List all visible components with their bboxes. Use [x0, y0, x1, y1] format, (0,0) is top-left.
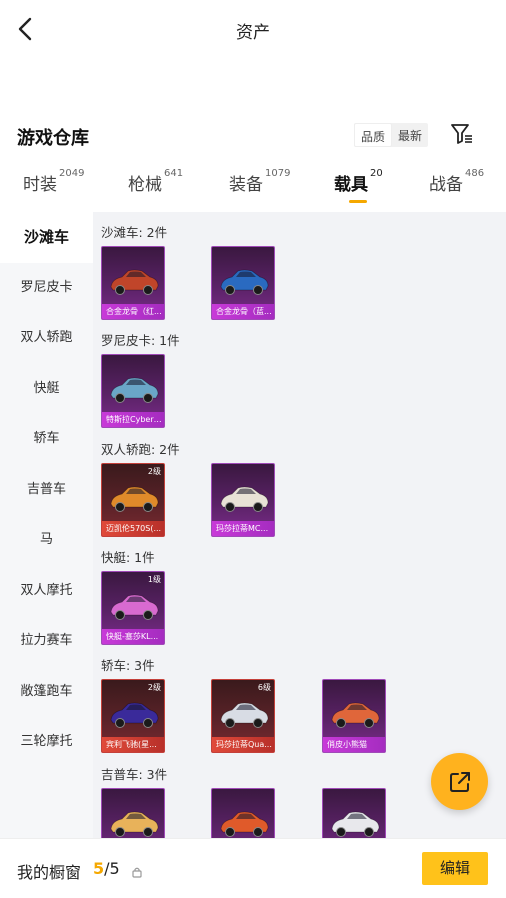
edit-button[interactable]: 编辑 — [422, 852, 488, 885]
lock-icon — [132, 863, 142, 878]
showcase-count: 5/5 — [93, 859, 120, 878]
category-heading: 快艇: 1件 — [101, 550, 155, 565]
vehicle-card[interactable] — [322, 788, 386, 842]
vehicle-image — [110, 269, 159, 295]
vehicle-card[interactable]: 特斯拉Cybert... — [101, 354, 165, 428]
category-heading: 吉普车: 3件 — [101, 767, 168, 782]
vehicle-image — [220, 486, 269, 512]
sort-option-newest[interactable]: 最新 — [392, 123, 428, 147]
vehicle-card[interactable]: 玛莎拉蒂MC... — [211, 463, 275, 537]
tab-fashion[interactable]: 时装2049 — [23, 168, 84, 195]
vehicle-card[interactable]: 6级玛莎拉蒂Qua... — [211, 679, 275, 753]
vehicle-name: 玛莎拉蒂MC... — [212, 521, 274, 536]
vehicle-image — [331, 702, 380, 728]
tab-firearms[interactable]: 枪械641 — [128, 168, 183, 195]
vehicle-level: 1级 — [147, 575, 161, 584]
showcase-bar: 我的橱窗 5/5 编辑 — [0, 838, 506, 898]
vehicle-name: 俏皮小熊猫 — [323, 737, 385, 752]
vehicle-card[interactable]: 1级快艇-塞莎KL... — [101, 571, 165, 645]
sidebar-item-motorbike[interactable]: 双人摩托 — [0, 566, 93, 616]
sidebar-item-trike[interactable]: 三轮摩托 — [0, 717, 93, 767]
sidebar: 沙滩车 罗尼皮卡 双人轿跑 快艇 轿车 吉普车 马 双人摩托 拉力赛车 敞篷跑车… — [0, 212, 93, 842]
vehicle-name: 宾利飞驰(星... — [102, 737, 164, 752]
vehicle-image — [110, 594, 159, 620]
page-title: 资产 — [236, 23, 270, 43]
vehicle-name: 合金龙骨（红... — [102, 304, 164, 319]
vehicle-level: 2级 — [147, 683, 161, 692]
vehicle-name: 迈凯伦570S(... — [102, 521, 164, 536]
active-tab-indicator — [349, 200, 367, 203]
category-heading: 双人轿跑: 2件 — [101, 442, 180, 457]
vehicle-card[interactable] — [101, 788, 165, 842]
vehicle-card[interactable]: 合金龙骨（红... — [101, 246, 165, 320]
sort-toggle: 品质 最新 — [354, 123, 429, 147]
filter-button[interactable] — [450, 122, 474, 146]
filter-icon — [451, 124, 472, 144]
sidebar-item-sedan[interactable]: 轿车 — [0, 414, 93, 464]
sidebar-item-beach-buggy[interactable]: 沙滩车 — [0, 212, 93, 263]
vehicle-card[interactable] — [211, 788, 275, 842]
tab-equipment[interactable]: 装备1079 — [229, 168, 290, 195]
vehicle-level: 6级 — [257, 683, 271, 692]
sidebar-item-coupe[interactable]: 双人轿跑 — [0, 313, 93, 363]
vehicle-card[interactable]: 俏皮小熊猫 — [322, 679, 386, 753]
vehicle-name: 特斯拉Cybert... — [102, 412, 164, 427]
share-button[interactable] — [431, 753, 488, 810]
category-heading: 罗尼皮卡: 1件 — [101, 333, 180, 348]
showcase-label: 我的橱窗 — [17, 863, 82, 882]
sidebar-item-convertible[interactable]: 敞篷跑车 — [0, 667, 93, 717]
tab-vehicles[interactable]: 载具20 — [334, 168, 383, 195]
vehicle-image — [110, 377, 159, 403]
vehicle-name: 玛莎拉蒂Qua... — [212, 737, 274, 752]
share-icon — [449, 771, 470, 792]
vehicle-card[interactable]: 2级迈凯伦570S(... — [101, 463, 165, 537]
vehicle-name: 快艇-塞莎KL... — [102, 629, 164, 644]
sidebar-item-rally[interactable]: 拉力赛车 — [0, 616, 93, 666]
sidebar-item-horse[interactable]: 马 — [0, 515, 93, 565]
vehicle-card[interactable]: 合金龙骨（蓝... — [211, 246, 275, 320]
vehicle-image — [110, 486, 159, 512]
vehicle-card[interactable]: 2级宾利飞驰(星... — [101, 679, 165, 753]
tab-supplies[interactable]: 战备486 — [429, 168, 484, 195]
vehicle-name: 合金龙骨（蓝... — [212, 304, 274, 319]
warehouse-title: 游戏仓库 — [17, 128, 89, 149]
vehicle-image — [331, 811, 380, 837]
vehicle-image — [110, 811, 159, 837]
vehicle-image — [220, 811, 269, 837]
sort-option-quality[interactable]: 品质 — [354, 123, 393, 147]
vehicle-image — [220, 269, 269, 295]
sidebar-item-pickup[interactable]: 罗尼皮卡 — [0, 263, 93, 313]
category-heading: 轿车: 3件 — [101, 658, 155, 673]
vehicle-image — [220, 702, 269, 728]
vehicle-list: 沙滩车: 2件 合金龙骨（红... 合金龙骨（蓝... 罗尼皮卡: 1件 特斯拉Cybe… — [93, 212, 506, 842]
sidebar-item-speedboat[interactable]: 快艇 — [0, 364, 93, 414]
vehicle-level: 2级 — [147, 467, 161, 476]
category-heading: 沙滩车: 2件 — [101, 225, 168, 240]
sidebar-item-jeep[interactable]: 吉普车 — [0, 465, 93, 515]
category-tabs: 时装2049 枪械641 装备1079 载具20 战备486 — [0, 168, 506, 210]
vehicle-image — [110, 702, 159, 728]
